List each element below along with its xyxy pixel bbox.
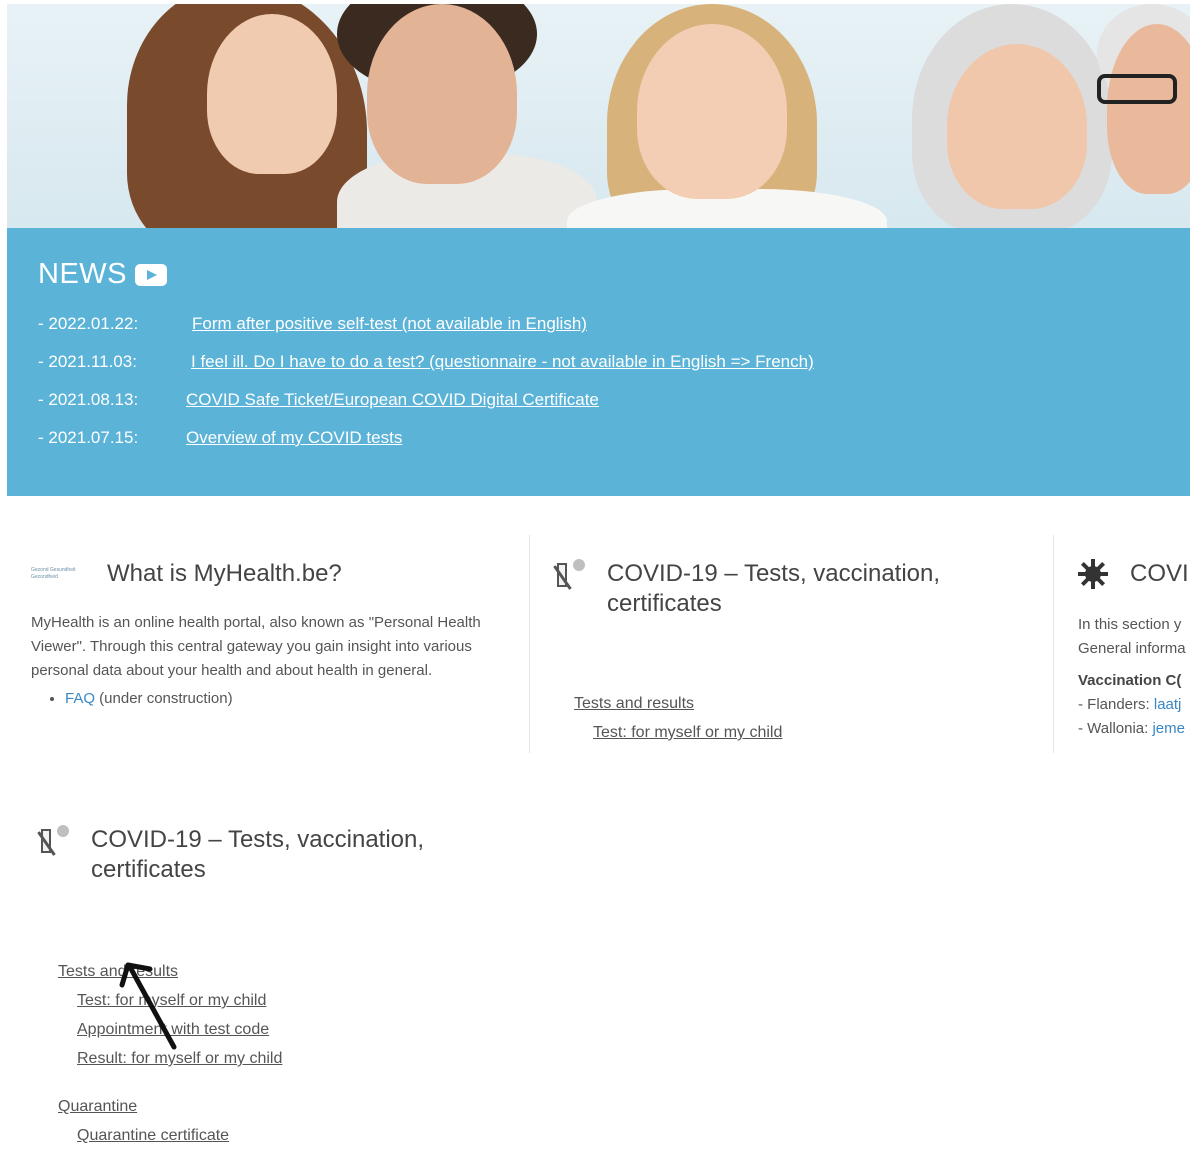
lower-header: COVID-19 – Tests, vaccination, certifica…: [37, 825, 639, 885]
test-myself-link[interactable]: Test: for myself or my child: [574, 718, 1053, 747]
news-date: - 2021.07.15:: [38, 428, 139, 447]
faq-item: FAQ (under construction): [65, 687, 509, 711]
hero-banner: [7, 4, 1190, 228]
card-covid-vacc-header: COVI: [1078, 559, 1190, 589]
wallonia-label: - Wallonia:: [1078, 720, 1153, 737]
card-covid-title: COVID-19 – Tests, vaccination, certifica…: [607, 560, 941, 617]
card-covid-vacc-body: In this section y General informa Vaccin…: [1078, 613, 1190, 741]
faq-list: FAQ (under construction): [65, 687, 509, 711]
card-myhealth-title: What is MyHealth.be?: [107, 560, 342, 587]
faq-note: (under construction): [95, 690, 233, 707]
vacc-intro-1: In this section y: [1078, 616, 1182, 633]
vacc-intro-2: General informa: [1078, 640, 1186, 657]
card-covid-vacc-title: COVI: [1130, 560, 1189, 587]
wallonia-row: - Wallonia: jeme: [1078, 717, 1190, 741]
news-item: - 2021.08.13: COVID Safe Ticket/European…: [38, 381, 1190, 419]
flanders-row: - Flanders: laatj: [1078, 693, 1190, 717]
flanders-label: - Flanders:: [1078, 696, 1154, 713]
quarantine-certificate-link[interactable]: Quarantine certificate: [58, 1121, 639, 1150]
lower-title: COVID-19 – Tests, vaccination, certifica…: [91, 826, 425, 883]
news-date: - 2021.11.03:: [38, 352, 137, 371]
quarantine-link[interactable]: Quarantine: [58, 1092, 639, 1121]
news-link[interactable]: I feel ill. Do I have to do a test? (que…: [191, 352, 814, 372]
vacc-heading: Vaccination C(: [1078, 672, 1182, 689]
news-item: - 2021.07.15: Overview of my COVID tests: [38, 419, 1190, 457]
tests-results-link[interactable]: Tests and results: [574, 689, 1053, 718]
card-myhealth: Gezond Gesundheit Gezondheid What is MyH…: [31, 535, 529, 753]
faq-link[interactable]: FAQ: [65, 690, 95, 707]
vaccine-icon: [553, 559, 589, 590]
card-myhealth-header: Gezond Gesundheit Gezondheid What is MyH…: [31, 559, 509, 589]
vaccine-icon: [37, 825, 73, 856]
arrow-annotation: [119, 962, 177, 1050]
card-covid-header: COVID-19 – Tests, vaccination, certifica…: [553, 559, 1053, 619]
news-link[interactable]: COVID Safe Ticket/European COVID Digital…: [186, 390, 599, 410]
flanders-link[interactable]: laatj: [1154, 696, 1182, 713]
wallonia-link[interactable]: jeme: [1152, 720, 1185, 737]
card-covid-links: Tests and results Test: for myself or my…: [555, 689, 1053, 747]
card-covid-vaccination: COVI In this section y General informa V…: [1053, 535, 1190, 753]
news-link[interactable]: Form after positive self-test (not avail…: [192, 314, 587, 334]
news-title: NEWS: [38, 258, 127, 290]
myhealth-logo: Gezond Gesundheit Gezondheid: [31, 567, 76, 580]
news-item: - 2021.11.03: I feel ill. Do I have to d…: [38, 343, 1190, 381]
card-covid: COVID-19 – Tests, vaccination, certifica…: [529, 535, 1053, 753]
news-date: - 2021.08.13:: [38, 390, 139, 409]
card-myhealth-text: MyHealth is an online health portal, als…: [31, 614, 481, 679]
card-myhealth-body: MyHealth is an online health portal, als…: [31, 611, 509, 711]
news-panel: NEWS - 2022.01.22: Form after positive s…: [7, 228, 1190, 496]
virus-icon: [1078, 559, 1108, 589]
news-item: - 2022.01.22: Form after positive self-t…: [38, 305, 1190, 343]
news-link[interactable]: Overview of my COVID tests: [186, 428, 402, 448]
youtube-icon[interactable]: [135, 263, 167, 286]
news-date: - 2022.01.22:: [38, 314, 139, 333]
news-heading: NEWS: [38, 258, 1190, 291]
